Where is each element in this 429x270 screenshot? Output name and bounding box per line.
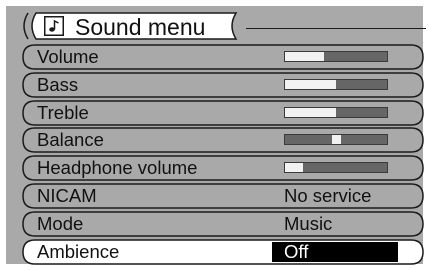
menu-item-mode[interactable]: Mode Music	[22, 211, 424, 237]
volume-level-fill	[285, 52, 324, 61]
balance-slider[interactable]	[284, 134, 388, 146]
menu-item-label: Bass	[37, 73, 79, 95]
menu-item-treble[interactable]: Treble	[22, 99, 424, 126]
sound-menu-panel: Sound menu Volume Bass Treble Balance Headph…	[6, 6, 426, 266]
menu-item-ambience[interactable]: Ambience Off	[22, 238, 424, 265]
balance-indicator[interactable]	[332, 135, 341, 145]
title-divider	[246, 28, 426, 29]
menu-item-label: Balance	[37, 129, 104, 151]
menu-title-tab: Sound menu	[22, 12, 242, 40]
ambience-value[interactable]: Off	[272, 241, 398, 262]
menu-item-headphone-volume[interactable]: Headphone volume	[22, 155, 424, 181]
menu-item-volume[interactable]: Volume	[22, 44, 424, 70]
menu-item-bass[interactable]: Bass	[22, 72, 424, 98]
menu-item-label: Treble	[37, 101, 89, 123]
menu-items: Volume Bass Treble Balance Headphone volume N…	[22, 44, 424, 266]
menu-item-label: Headphone volume	[37, 157, 198, 179]
menu-item-label: NICAM	[37, 184, 97, 206]
headphone-volume-level-fill	[285, 163, 303, 173]
music-note-icon	[44, 16, 64, 36]
menu-item-nicam[interactable]: NICAM No service	[22, 183, 424, 209]
mode-value[interactable]: Music	[284, 211, 332, 237]
menu-title: Sound menu	[75, 14, 206, 40]
menu-item-label: Volume	[37, 46, 99, 67]
volume-slider[interactable]	[284, 51, 388, 62]
menu-item-balance[interactable]: Balance	[22, 127, 424, 154]
treble-slider[interactable]	[284, 106, 388, 118]
menu-item-label: Ambience	[37, 240, 120, 262]
headphone-volume-slider[interactable]	[284, 162, 388, 174]
treble-level-fill	[285, 107, 336, 117]
menu-item-label: Mode	[37, 212, 84, 234]
bass-slider[interactable]	[284, 78, 388, 90]
nicam-value[interactable]: No service	[284, 183, 371, 209]
bass-level-fill	[285, 79, 336, 89]
